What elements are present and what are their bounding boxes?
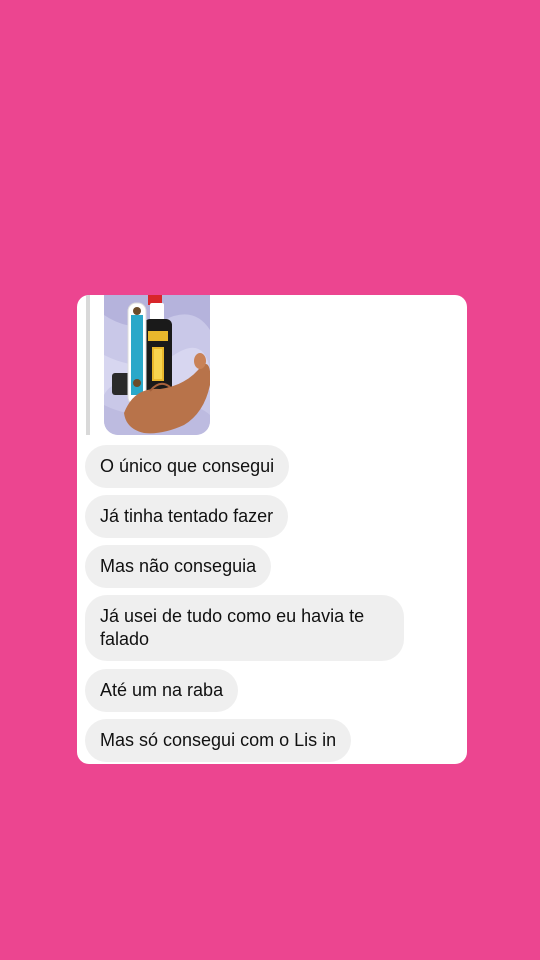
reply-indicator-bar xyxy=(86,295,90,435)
shared-photo[interactable] xyxy=(104,295,210,435)
message-bubble[interactable]: Já usei de tudo como eu havia te falado xyxy=(85,595,404,661)
product-photo-icon xyxy=(104,295,210,435)
message-bubble[interactable]: O único que consegui xyxy=(85,445,290,488)
message-bubble[interactable]: Mas não conseguia xyxy=(85,545,272,588)
message-bubble[interactable]: Mas só consegui com o Lis in xyxy=(85,719,352,762)
message-bubble[interactable]: Já tinha tentado fazer xyxy=(85,495,289,538)
message-bubble[interactable]: Até um na raba xyxy=(85,669,239,712)
chat-card: O único que consegui Já tinha tentado fa… xyxy=(77,295,467,764)
